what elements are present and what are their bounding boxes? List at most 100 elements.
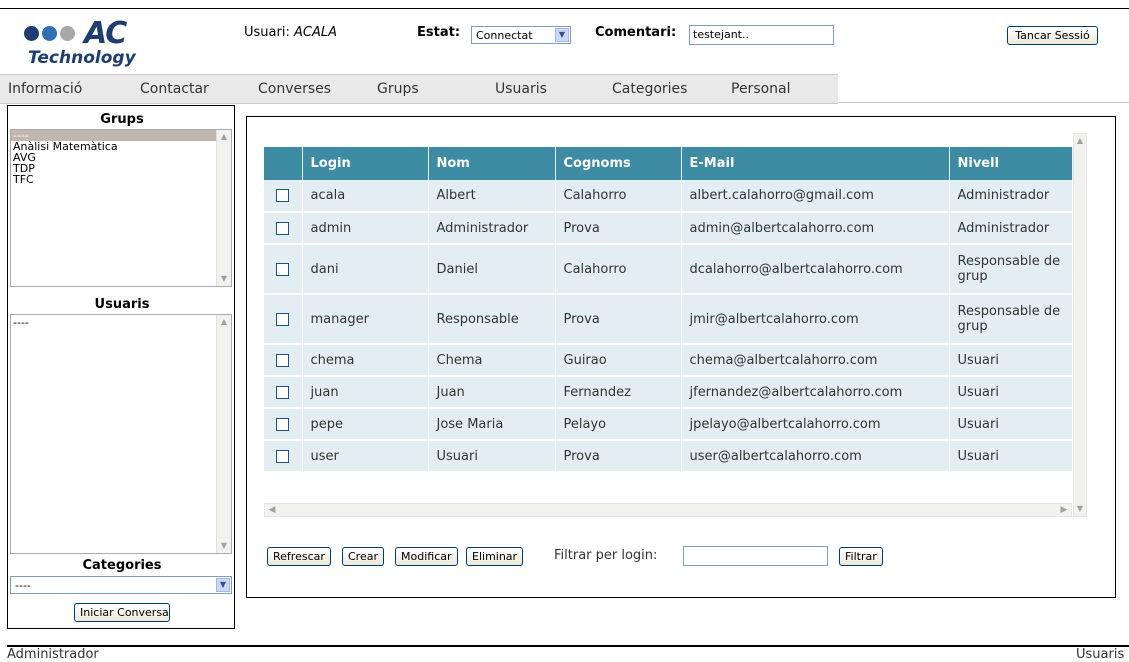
groups-list[interactable]: ---- Anàlisi Matemàtica AVG TDP TFC ▲ ▼ [10, 129, 232, 287]
table-cell: pepe [302, 408, 429, 441]
modify-button[interactable]: Modificar [395, 547, 458, 566]
table-cell: Pelayo [555, 408, 682, 441]
user-name: ACALA [293, 25, 337, 40]
chevron-down-icon[interactable]: ▼ [216, 578, 230, 592]
comment-input[interactable]: testejant.. [689, 25, 834, 45]
list-item[interactable]: TDP [11, 163, 231, 174]
users-panel: Login Nom Cognoms E-Mail Nivell acala Alb… [246, 116, 1116, 598]
menu-item-informacio[interactable]: Informació [8, 81, 82, 97]
chevron-down-icon[interactable]: ▼ [1074, 503, 1086, 515]
table-cell: Calahorro [555, 244, 682, 295]
table-cell: Administrador [949, 180, 1073, 213]
table-cell: Daniel [428, 244, 556, 295]
users-title: Usuaris [94, 297, 150, 312]
table-cell: Juan [428, 376, 556, 409]
users-list[interactable]: ---- ▲ ▼ [10, 314, 232, 554]
chevron-down-icon[interactable]: ▼ [218, 273, 230, 285]
row-checkbox[interactable] [276, 312, 290, 326]
table-cell: Responsable [428, 294, 556, 345]
table-row[interactable]: dani Daniel Calahorro dcalahorro@albertcala… [264, 244, 1073, 295]
delete-button[interactable]: Eliminar [466, 547, 524, 566]
table-cell: acala [302, 180, 429, 213]
list-item[interactable]: Anàlisi Matemàtica [11, 141, 231, 152]
chevron-right-icon[interactable]: ▶ [1058, 504, 1070, 516]
table-cell: Guirao [555, 344, 682, 377]
refresh-button[interactable]: Refrescar [267, 547, 331, 566]
table-vertical-scrollbar[interactable]: ▲ ▼ [1073, 133, 1087, 517]
footer-section: Usuaris [1076, 647, 1125, 662]
row-checkbox[interactable] [276, 221, 290, 235]
list-item[interactable]: AVG [11, 152, 231, 163]
status-select[interactable]: Connectat ▼ [471, 26, 571, 44]
table-header-row: Login Nom Cognoms E-Mail Nivell [264, 147, 1073, 180]
chevron-up-icon[interactable]: ▲ [218, 316, 230, 328]
table-horizontal-scrollbar[interactable]: ◀ ▶ [264, 503, 1072, 517]
column-header[interactable]: Login [302, 147, 429, 180]
table-row[interactable]: acala Albert Calahorro albert.calahorro@gma… [264, 180, 1073, 213]
list-item[interactable]: ---- [11, 317, 231, 328]
menu-item-grups[interactable]: Grups [377, 81, 419, 97]
table-cell: jfernandez@albertcalahorro.com [681, 376, 950, 409]
logo-tagline: Technology [28, 48, 136, 68]
menu-item-converses[interactable]: Converses [258, 81, 331, 97]
categories-title: Categories [82, 558, 162, 573]
groups-scrollbar[interactable]: ▲ ▼ [216, 130, 231, 286]
row-select-cell [264, 212, 303, 245]
menu-item-contactar[interactable]: Contactar [140, 81, 209, 97]
list-item[interactable]: TFC [11, 174, 231, 185]
menu-item-categories[interactable]: Categories [612, 81, 687, 97]
table-cell: jmir@albertcalahorro.com [681, 294, 950, 345]
column-header[interactable]: E-Mail [681, 147, 950, 180]
row-checkbox[interactable] [276, 449, 290, 463]
table-row[interactable]: user Usuari Prova user@albertcalahorro.com U… [264, 440, 1073, 473]
row-select-cell [264, 376, 303, 409]
table-cell: Usuari [949, 344, 1073, 377]
row-checkbox[interactable] [276, 385, 290, 399]
row-select-cell [264, 180, 303, 213]
table-row[interactable]: manager Responsable Prova jmir@albertcalaho… [264, 294, 1073, 345]
categories-select[interactable]: ---- ▼ [10, 576, 232, 594]
filter-button[interactable]: Filtrar [839, 547, 883, 566]
logo: AC Technology [24, 16, 224, 72]
row-select-cell [264, 344, 303, 377]
table-row[interactable]: chema Chema Guirao chema@albertcalahorro.co… [264, 344, 1073, 377]
table-cell: dcalahorro@albertcalahorro.com [681, 244, 950, 295]
row-checkbox[interactable] [276, 189, 290, 202]
table-cell: Usuari [949, 408, 1073, 441]
chevron-up-icon[interactable]: ▲ [218, 131, 230, 143]
row-select-cell [264, 408, 303, 441]
sidebar: Grups ---- Anàlisi Matemàtica AVG TDP TF… [7, 105, 235, 629]
table-cell: Prova [555, 212, 682, 245]
table-row[interactable]: pepe Jose Maria Pelayo jpelayo@albertcalaho… [264, 408, 1073, 441]
column-header[interactable]: Nom [428, 147, 556, 180]
logo-dot [60, 26, 75, 41]
menu-bar: Informació Contactar Converses Grups Usu… [0, 74, 838, 104]
table-row[interactable]: juan Juan Fernandez jfernandez@albertcalaho… [264, 376, 1073, 409]
users-table: Login Nom Cognoms E-Mail Nivell acala Alb… [264, 147, 1073, 473]
chevron-left-icon[interactable]: ◀ [266, 504, 278, 516]
users-scrollbar[interactable]: ▲ ▼ [216, 315, 231, 553]
table-cell: chema [302, 344, 429, 377]
row-checkbox[interactable] [276, 417, 290, 431]
start-conversation-button[interactable]: Iniciar Conversa [74, 603, 170, 622]
table-cell: Administrador [949, 212, 1073, 245]
menu-item-personal[interactable]: Personal [731, 81, 791, 97]
status-value: Connectat [476, 29, 533, 42]
row-checkbox[interactable] [276, 262, 290, 276]
user-info: Usuari: ACALA [244, 25, 337, 40]
create-button[interactable]: Crear [342, 547, 384, 566]
groups-title: Grups [100, 112, 144, 127]
menu-item-usuaris[interactable]: Usuaris [495, 81, 547, 97]
table-cell: juan [302, 376, 429, 409]
table-cell: Usuari [428, 440, 556, 473]
table-row[interactable]: admin Administrador Prova admin@albertcalah… [264, 212, 1073, 245]
logout-button[interactable]: Tancar Sessió [1007, 26, 1098, 45]
column-header[interactable]: Cognoms [555, 147, 682, 180]
categories-value: ---- [15, 579, 31, 592]
filter-login-input[interactable] [683, 546, 828, 566]
chevron-down-icon[interactable]: ▼ [555, 28, 569, 42]
column-header[interactable]: Nivell [949, 147, 1073, 180]
row-checkbox[interactable] [276, 353, 290, 367]
chevron-up-icon[interactable]: ▲ [1074, 135, 1086, 147]
chevron-down-icon[interactable]: ▼ [218, 540, 230, 552]
